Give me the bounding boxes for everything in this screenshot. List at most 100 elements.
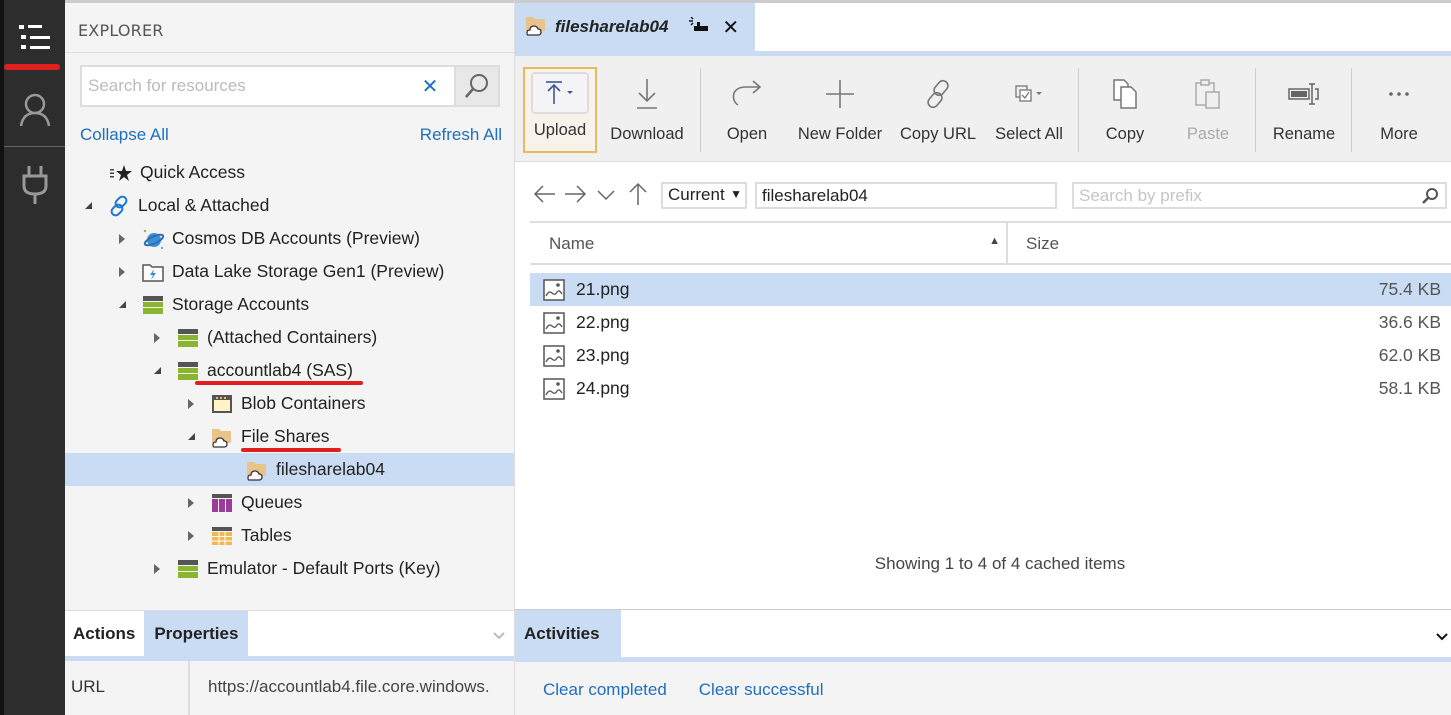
pin-tab-icon[interactable] bbox=[688, 16, 710, 37]
caret-down-icon bbox=[84, 202, 92, 209]
file-row[interactable]: 24.png 58.1 KB bbox=[530, 372, 1451, 405]
resource-search: ✕ bbox=[80, 65, 500, 107]
caret-right-icon bbox=[154, 332, 160, 343]
tree-item-emulator[interactable]: Emulator - Default Ports (Key) bbox=[65, 552, 514, 585]
toolbar-separator bbox=[1078, 68, 1079, 152]
toolbar-label: Select All bbox=[995, 125, 1063, 143]
column-header-size[interactable]: Size bbox=[1010, 223, 1059, 254]
file-share-icon bbox=[246, 459, 268, 481]
image-file-icon bbox=[543, 377, 565, 400]
expand-toggle[interactable] bbox=[151, 332, 163, 344]
upload-icon bbox=[531, 72, 589, 114]
expand-toggle[interactable] bbox=[185, 530, 197, 542]
open-button[interactable]: Open bbox=[720, 67, 774, 153]
up-button[interactable] bbox=[627, 182, 649, 210]
copy-button[interactable]: Copy bbox=[1100, 67, 1150, 153]
file-row[interactable]: 22.png 36.6 KB bbox=[530, 306, 1451, 339]
new-folder-button[interactable]: New Folder bbox=[796, 67, 884, 153]
resource-tree: Quick Access Local & Attached Cosmos DB … bbox=[65, 156, 514, 585]
toolbar-label: Copy bbox=[1105, 125, 1145, 143]
download-icon bbox=[632, 73, 662, 115]
file-size: 36.6 KB bbox=[1378, 312, 1441, 332]
tab-activities[interactable]: Activities bbox=[515, 610, 621, 657]
download-button[interactable]: Download bbox=[607, 67, 687, 153]
chevron-down-icon bbox=[597, 190, 615, 201]
expand-toggle[interactable] bbox=[116, 266, 128, 278]
copy-icon bbox=[1110, 73, 1140, 115]
tree-item-cosmos-db[interactable]: Cosmos DB Accounts (Preview) bbox=[65, 222, 514, 255]
copy-url-button[interactable]: Copy URL bbox=[900, 67, 976, 153]
tree-item-accountlab4[interactable]: accountlab4 (SAS) bbox=[65, 354, 514, 387]
tree-item-label: File Shares bbox=[241, 426, 330, 446]
tree-item-local-attached[interactable]: Local & Attached bbox=[65, 189, 514, 222]
recent-locations-button[interactable] bbox=[595, 182, 617, 210]
expand-toggle[interactable] bbox=[151, 563, 163, 575]
file-row[interactable]: 21.png 75.4 KB bbox=[530, 273, 1451, 306]
file-size: 58.1 KB bbox=[1378, 378, 1441, 398]
close-tab-button[interactable]: ✕ bbox=[722, 15, 739, 39]
storage-account-icon bbox=[177, 327, 199, 349]
chevron-down-icon[interactable] bbox=[1435, 627, 1449, 646]
clear-completed-link[interactable]: Clear completed bbox=[543, 680, 667, 700]
tree-item-attached-containers[interactable]: (Attached Containers) bbox=[65, 321, 514, 354]
tree-item-quick-access[interactable]: Quick Access bbox=[65, 156, 514, 189]
tab-filesharelab04[interactable]: filesharelab04 ✕ bbox=[515, 3, 755, 51]
expand-toggle[interactable] bbox=[116, 299, 128, 311]
clear-successful-link[interactable]: Clear successful bbox=[699, 680, 824, 700]
select-all-icon bbox=[1012, 73, 1046, 115]
resource-search-input[interactable] bbox=[80, 65, 406, 107]
search-by-prefix-input[interactable] bbox=[1072, 182, 1447, 209]
collapse-all-link[interactable]: Collapse All bbox=[80, 125, 169, 145]
scope-select[interactable]: Current ▼ bbox=[661, 182, 747, 209]
search-button[interactable] bbox=[454, 65, 500, 107]
clear-search-button[interactable]: ✕ bbox=[406, 65, 454, 107]
caret-right-icon bbox=[188, 497, 194, 508]
paste-button[interactable]: Paste bbox=[1183, 67, 1233, 153]
chevron-down-icon[interactable] bbox=[492, 626, 506, 645]
tree-item-label: Queues bbox=[241, 492, 303, 512]
expand-toggle[interactable] bbox=[185, 398, 197, 410]
close-icon: ✕ bbox=[421, 74, 439, 98]
expand-toggle[interactable] bbox=[116, 233, 128, 245]
refresh-all-link[interactable]: Refresh All bbox=[420, 125, 502, 145]
toolbar-separator bbox=[1351, 68, 1352, 152]
file-size: 62.0 KB bbox=[1378, 345, 1441, 365]
path-input[interactable] bbox=[755, 182, 1057, 209]
tree-item-filesharelab04[interactable]: filesharelab04 bbox=[65, 453, 514, 486]
account-activity-button[interactable] bbox=[4, 80, 65, 140]
tree-item-data-lake[interactable]: Data Lake Storage Gen1 (Preview) bbox=[65, 255, 514, 288]
expand-toggle[interactable] bbox=[82, 200, 94, 212]
tree-item-blob-containers[interactable]: Blob Containers bbox=[65, 387, 514, 420]
forward-button[interactable] bbox=[563, 182, 587, 210]
explorer-activity-button[interactable] bbox=[4, 8, 65, 68]
expand-toggle[interactable] bbox=[151, 365, 163, 377]
tab-properties[interactable]: Properties bbox=[144, 611, 249, 656]
column-header-name[interactable]: Name ▲ bbox=[530, 223, 1008, 263]
tree-item-storage-accounts[interactable]: Storage Accounts bbox=[65, 288, 514, 321]
tree-item-file-shares[interactable]: File Shares bbox=[65, 420, 514, 453]
expand-toggle[interactable] bbox=[185, 431, 197, 443]
connect-activity-button[interactable] bbox=[4, 155, 65, 215]
rename-button[interactable]: Rename bbox=[1273, 67, 1335, 153]
more-button[interactable]: More bbox=[1373, 67, 1425, 153]
tree-item-tables[interactable]: Tables bbox=[65, 519, 514, 552]
arrow-up-icon bbox=[629, 182, 647, 205]
explorer-actions: Collapse All Refresh All bbox=[80, 125, 502, 145]
column-size-label: Size bbox=[1026, 234, 1060, 253]
explorer-panel: EXPLORER ✕ Collapse All Refresh All Quic… bbox=[65, 0, 515, 610]
toolbar-label: Rename bbox=[1272, 125, 1336, 143]
tab-actions[interactable]: Actions bbox=[65, 611, 144, 656]
select-all-button[interactable]: Select All bbox=[994, 67, 1064, 153]
caret-right-icon bbox=[188, 530, 194, 541]
explorer-title: EXPLORER bbox=[65, 3, 514, 53]
file-name: 23.png bbox=[576, 345, 630, 365]
tree-item-queues[interactable]: Queues bbox=[65, 486, 514, 519]
file-row[interactable]: 23.png 62.0 KB bbox=[530, 339, 1451, 372]
expand-toggle[interactable] bbox=[185, 497, 197, 509]
editor-tab-bar: filesharelab04 ✕ bbox=[515, 0, 1451, 56]
search-icon[interactable] bbox=[1421, 187, 1439, 209]
file-name: 22.png bbox=[576, 312, 630, 332]
tree-item-label: Storage Accounts bbox=[172, 294, 310, 314]
back-button[interactable] bbox=[533, 182, 557, 210]
upload-button[interactable]: Upload bbox=[523, 67, 597, 153]
